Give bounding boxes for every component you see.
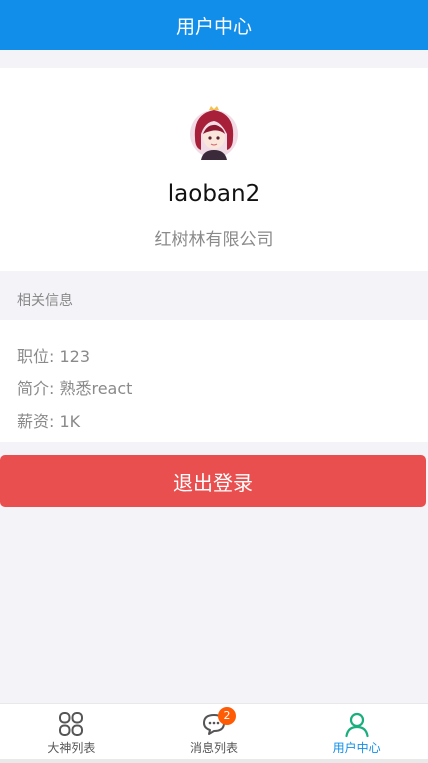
tab-label: 消息列表: [190, 741, 239, 755]
avatar: [190, 106, 238, 160]
info-position: 职位: 123: [17, 347, 91, 366]
tab-message-list[interactable]: 2 消息列表: [143, 704, 286, 760]
info-panel: 职位: 123 简介: 熟悉react 薪资: 1K: [0, 320, 428, 442]
tab-user-center[interactable]: 用户中心: [285, 704, 428, 760]
tab-label: 大神列表: [47, 741, 96, 755]
company-name: 红树林有限公司: [154, 230, 274, 250]
user-icon: [343, 710, 371, 738]
tab-genius-list[interactable]: 大神列表: [0, 704, 143, 760]
info-intro: 简介: 熟悉react: [17, 379, 133, 398]
unread-badge: 2: [218, 707, 236, 725]
top-navbar: 用户中心: [0, 0, 428, 50]
page-title: 用户中心: [175, 15, 252, 38]
chat-icon: 2: [200, 707, 236, 738]
tab-label: 用户中心: [332, 741, 381, 755]
profile-card: laoban2 红树林有限公司: [0, 68, 428, 271]
section-header-info: 相关信息: [17, 293, 73, 309]
bottom-tabbar: 大神列表 2 消息列表 用户中心: [0, 703, 428, 760]
logout-button[interactable]: 退出登录: [0, 455, 426, 507]
grid-icon: [57, 710, 85, 738]
bottom-divider: [0, 759, 428, 763]
info-salary: 薪资: 1K: [17, 412, 81, 431]
username: laoban2: [167, 181, 261, 207]
